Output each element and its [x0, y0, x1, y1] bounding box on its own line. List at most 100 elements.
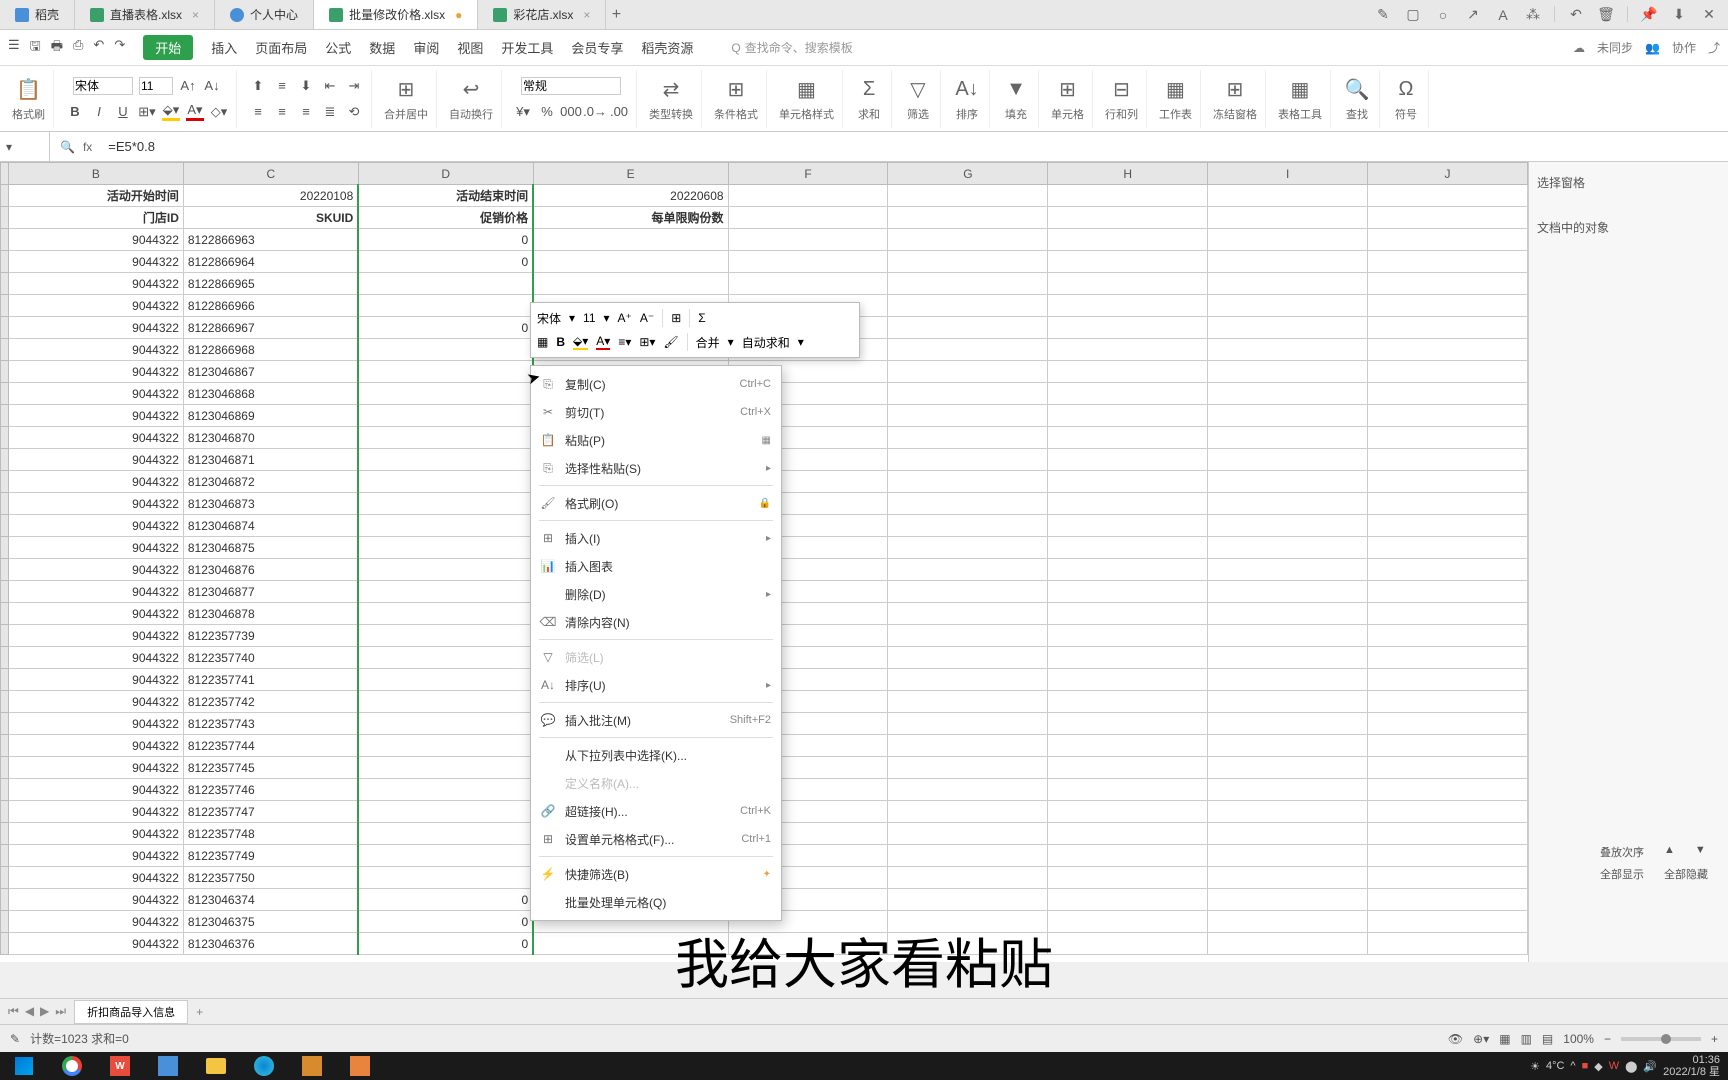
add-sheet-button[interactable]: +: [188, 1005, 211, 1019]
grid-icon[interactable]: ⊕▾: [1473, 1032, 1489, 1046]
column-header-E[interactable]: E: [533, 163, 728, 185]
cm-delete[interactable]: 删除(D)▸: [531, 580, 781, 608]
font-color-icon[interactable]: A▾: [186, 103, 204, 121]
format-painter-icon[interactable]: 🖌: [663, 335, 678, 349]
show-all-button[interactable]: 全部显示: [1600, 866, 1644, 882]
align-bottom-icon[interactable]: ⬇: [297, 77, 315, 95]
cm-clear[interactable]: ⌫清除内容(N): [531, 608, 781, 636]
align-top-icon[interactable]: ⬆: [249, 77, 267, 95]
cm-batch[interactable]: 批量处理单元格(Q): [531, 888, 781, 916]
increase-font-icon[interactable]: A⁺: [618, 311, 632, 325]
cells-icon[interactable]: ⊞: [1054, 76, 1082, 104]
number-format-select[interactable]: [521, 77, 621, 95]
wrap-icon[interactable]: ↩: [457, 76, 485, 104]
app-icon-2[interactable]: [336, 1052, 384, 1080]
tab-docker[interactable]: 稻壳: [0, 0, 75, 29]
preview-icon[interactable]: ⎙: [73, 37, 83, 59]
formula-input[interactable]: =E5*0.8: [102, 139, 1728, 154]
undo-icon[interactable]: ↶: [1567, 6, 1585, 24]
find-icon[interactable]: 🔍: [1343, 76, 1371, 104]
cell-style-icon[interactable]: ▦: [793, 76, 821, 104]
cm-format-painter[interactable]: 🖌格式刷(O)🔒: [531, 489, 781, 517]
convert-icon[interactable]: ⇄: [657, 76, 685, 104]
symbol-icon[interactable]: Ω: [1392, 76, 1420, 104]
collab-icon[interactable]: 👥: [1645, 41, 1660, 55]
column-header-G[interactable]: G: [888, 163, 1048, 185]
dec-decimal-icon[interactable]: .00: [610, 103, 628, 121]
cm-cut[interactable]: ✂剪切(T)Ctrl+X: [531, 398, 781, 426]
align-icon[interactable]: ≡▾: [618, 335, 631, 349]
menu-member[interactable]: 会员专享: [571, 38, 623, 57]
edge-icon[interactable]: [240, 1052, 288, 1080]
increase-font-icon[interactable]: A↑: [179, 77, 197, 95]
font-color-icon[interactable]: A▾: [596, 334, 610, 350]
comma-icon[interactable]: 000: [562, 103, 580, 121]
menu-home[interactable]: 开始: [143, 35, 193, 60]
close-icon[interactable]: ●: [455, 8, 462, 22]
inc-decimal-icon[interactable]: .0→: [586, 103, 604, 121]
hide-all-button[interactable]: 全部隐藏: [1664, 866, 1708, 882]
decrease-font-icon[interactable]: A⁻: [640, 311, 654, 325]
move-down-icon[interactable]: ▼: [1695, 844, 1706, 860]
zoom-out-icon[interactable]: −: [1604, 1032, 1611, 1046]
tab-profile[interactable]: 个人中心: [215, 0, 314, 29]
arrow-icon[interactable]: ↗: [1464, 6, 1482, 24]
column-header-D[interactable]: D: [358, 163, 533, 185]
merge-icon[interactable]: ⊞: [671, 311, 681, 325]
column-header-B[interactable]: B: [8, 163, 183, 185]
cm-copy[interactable]: ⎘复制(C)Ctrl+C: [531, 370, 781, 398]
redo-icon[interactable]: ↷: [114, 37, 125, 59]
calc-icon[interactable]: [144, 1052, 192, 1080]
circle-icon[interactable]: ○: [1434, 6, 1452, 24]
tab-sheet3[interactable]: 彩花店.xlsx×: [478, 0, 606, 29]
border-icon[interactable]: ⊞▾: [639, 335, 655, 349]
autosum-icon[interactable]: Σ: [698, 311, 705, 325]
clear-format-icon[interactable]: ◇▾: [210, 103, 228, 121]
freeze-icon[interactable]: ⊞: [1221, 76, 1249, 104]
sheet-tab[interactable]: 折扣商品导入信息: [74, 1000, 188, 1024]
cond-format-icon[interactable]: ⊞: [722, 76, 750, 104]
cm-quick-filter[interactable]: ⚡快捷筛选(B)✦: [531, 860, 781, 888]
column-header-I[interactable]: I: [1208, 163, 1368, 185]
text-icon[interactable]: A: [1494, 6, 1512, 24]
filter-icon[interactable]: ▽: [904, 76, 932, 104]
border-icon[interactable]: ⊞▾: [138, 103, 156, 121]
next-sheet-icon[interactable]: ▶: [40, 1004, 49, 1019]
align-center-icon[interactable]: ≡: [273, 103, 291, 121]
merge-icon[interactable]: ⊞: [392, 76, 420, 104]
table-row[interactable]: 904432281228669640: [1, 251, 1528, 273]
normal-view-icon[interactable]: ▦: [1499, 1032, 1510, 1046]
fill-color-icon[interactable]: ⬙▾: [573, 334, 588, 350]
rowcol-icon[interactable]: ⊟: [1108, 76, 1136, 104]
weather-icon[interactable]: ☀: [1530, 1060, 1540, 1073]
share-icon[interactable]: ⤴: [1708, 39, 1720, 56]
prev-sheet-icon[interactable]: ◀: [25, 1004, 34, 1019]
close-window-icon[interactable]: ✕: [1700, 6, 1718, 24]
table-tools-icon[interactable]: ▦: [1286, 76, 1314, 104]
menu-view[interactable]: 视图: [457, 38, 483, 57]
tab-sheet1[interactable]: 直播表格.xlsx×: [75, 0, 215, 29]
tray-icon[interactable]: ◆: [1594, 1060, 1602, 1073]
cm-paste-special[interactable]: ⎘选择性粘贴(S)▸: [531, 454, 781, 482]
sort-icon[interactable]: A↓: [953, 76, 981, 104]
cm-comment[interactable]: 💬插入批注(M)Shift+F2: [531, 706, 781, 734]
tab-sheet-active[interactable]: 批量修改价格.xlsx●: [314, 0, 478, 29]
bold-icon[interactable]: B: [556, 335, 565, 349]
cm-define-name[interactable]: 定义名称(A)...: [531, 769, 781, 797]
decrease-font-icon[interactable]: A↓: [203, 77, 221, 95]
percent-icon[interactable]: %: [538, 103, 556, 121]
menu-dev[interactable]: 开发工具: [501, 38, 553, 57]
menu-data[interactable]: 数据: [369, 38, 395, 57]
cm-insert-chart[interactable]: 📊插入图表: [531, 552, 781, 580]
wps-icon[interactable]: W: [96, 1052, 144, 1080]
indent-left-icon[interactable]: ⇤: [321, 77, 339, 95]
underline-icon[interactable]: U: [114, 103, 132, 121]
orientation-icon[interactable]: ⟲: [345, 103, 363, 121]
zoom-slider[interactable]: [1621, 1037, 1701, 1041]
volume-icon[interactable]: 🔊: [1643, 1060, 1657, 1073]
table-row[interactable]: 904432281228669630: [1, 229, 1528, 251]
cm-format-cells[interactable]: ⊞设置单元格格式(F)...Ctrl+1: [531, 825, 781, 853]
sync-icon[interactable]: ☁: [1573, 41, 1585, 55]
fill-color-icon[interactable]: ⬙▾: [162, 103, 180, 121]
trash-icon[interactable]: 🗑: [1597, 6, 1615, 24]
